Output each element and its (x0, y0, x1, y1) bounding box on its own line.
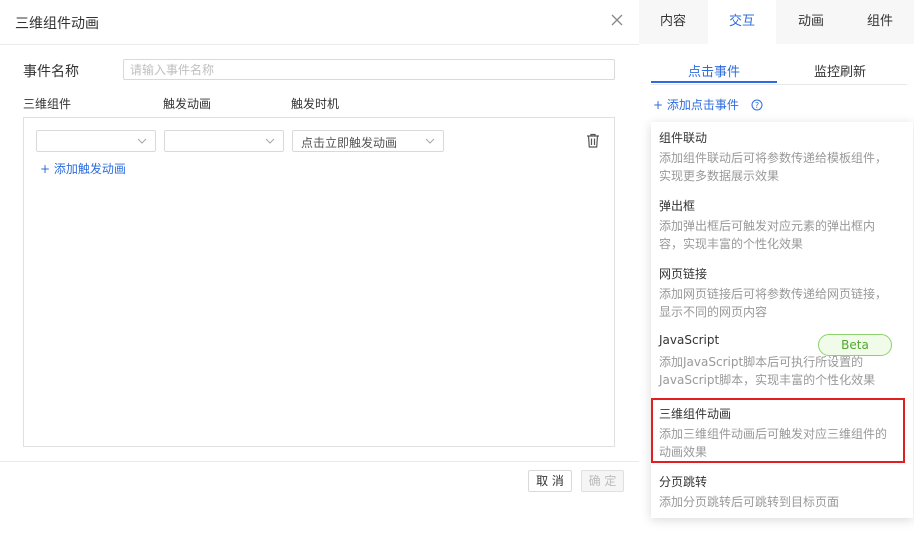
interaction-panel: 内容 交互 动画 组件 点击事件 监控刷新 + 添加点击事件 ? 组件联动 添加… (639, 0, 914, 542)
event-type-menu: 组件联动 添加组件联动后可将参数传递给模板组件，实现更多数据展示效果 弹出框 添… (651, 122, 913, 518)
menu-item-desc: 添加网页链接后可将参数传递给网页链接，显示不同的网页内容 (659, 287, 888, 319)
chevron-down-icon (265, 138, 275, 144)
tab-content[interactable]: 内容 (639, 0, 707, 44)
top-tab-bar: 内容 交互 动画 组件 (639, 0, 914, 44)
animation-select[interactable] (164, 130, 284, 152)
menu-item-title: 三维组件动画 (659, 407, 732, 421)
subtab-divider (651, 84, 907, 85)
menu-item-desc: 添加分页跳转后可跳转到目标页面 (659, 495, 840, 509)
modal-header: 三维组件动画 (0, 0, 639, 45)
menu-item-title: JavaScript (659, 333, 720, 347)
tab-component[interactable]: 组件 (846, 0, 914, 44)
modal-title: 三维组件动画 (15, 16, 99, 32)
chevron-down-icon (137, 138, 147, 144)
menu-item-3d-animation[interactable]: 三维组件动画 添加三维组件动画后可触发对应三维组件的动画效果 (651, 398, 905, 463)
timing-select[interactable]: 点击立即触发动画 (292, 130, 444, 152)
menu-item-javascript[interactable]: JavaScript Beta 添加JavaScript脚本后可执行所设置的Ja… (651, 326, 913, 394)
close-icon[interactable] (608, 11, 626, 29)
timing-select-value: 点击立即触发动画 (301, 136, 398, 150)
svg-text:?: ? (755, 101, 759, 110)
help-icon[interactable]: ? (751, 99, 763, 111)
menu-item-title: 弹出框 (659, 199, 696, 213)
trash-icon[interactable] (586, 133, 600, 148)
menu-item-component-linkage[interactable]: 组件联动 添加组件联动后可将参数传递给模板组件，实现更多数据展示效果 (651, 122, 913, 190)
chevron-down-icon (425, 138, 435, 144)
event-name-label: 事件名称 (23, 64, 79, 80)
subtab-monitor-refresh[interactable]: 监控刷新 (777, 61, 903, 83)
column-header-component: 三维组件 (23, 97, 72, 111)
event-modal: 三维组件动画 事件名称 三维组件 触发动画 触发时机 点击立即触发动画 + 添加… (0, 0, 639, 542)
subtab-click-event[interactable]: 点击事件 (651, 61, 777, 83)
confirm-button[interactable]: 确 定 (581, 470, 624, 492)
menu-item-title: 分页跳转 (659, 475, 708, 489)
menu-item-desc: 添加弹出框后可触发对应元素的弹出框内容，实现丰富的个性化效果 (659, 219, 876, 251)
cancel-button[interactable]: 取 消 (528, 470, 572, 492)
menu-item-title: 网页链接 (659, 267, 708, 281)
menu-item-page-jump[interactable]: 分页跳转 添加分页跳转后可跳转到目标页面 (651, 466, 913, 518)
tab-animation[interactable]: 动画 (777, 0, 845, 44)
column-header-animation: 触发动画 (163, 97, 212, 111)
menu-item-desc: 添加组件联动后可将参数传递给模板组件，实现更多数据展示效果 (659, 151, 888, 183)
add-click-event-button[interactable]: + 添加点击事件 (653, 96, 749, 116)
component-select[interactable] (36, 130, 156, 152)
menu-item-desc: 添加JavaScript脚本后可执行所设置的JavaScript脚本，实现丰富的… (659, 355, 876, 387)
menu-item-popup[interactable]: 弹出框 添加弹出框后可触发对应元素的弹出框内容，实现丰富的个性化效果 (651, 190, 913, 258)
tab-interaction[interactable]: 交互 (708, 0, 776, 44)
menu-item-desc: 添加三维组件动画后可触发对应三维组件的动画效果 (659, 427, 888, 459)
add-trigger-animation-link[interactable]: + 添加触发动画 (40, 160, 126, 177)
menu-item-title: 组件联动 (659, 131, 708, 145)
footer-divider (0, 461, 639, 462)
menu-item-web-link[interactable]: 网页链接 添加网页链接后可将参数传递给网页链接，显示不同的网页内容 (651, 258, 913, 326)
event-name-input[interactable] (123, 59, 615, 80)
column-header-timing: 触发时机 (291, 97, 340, 111)
